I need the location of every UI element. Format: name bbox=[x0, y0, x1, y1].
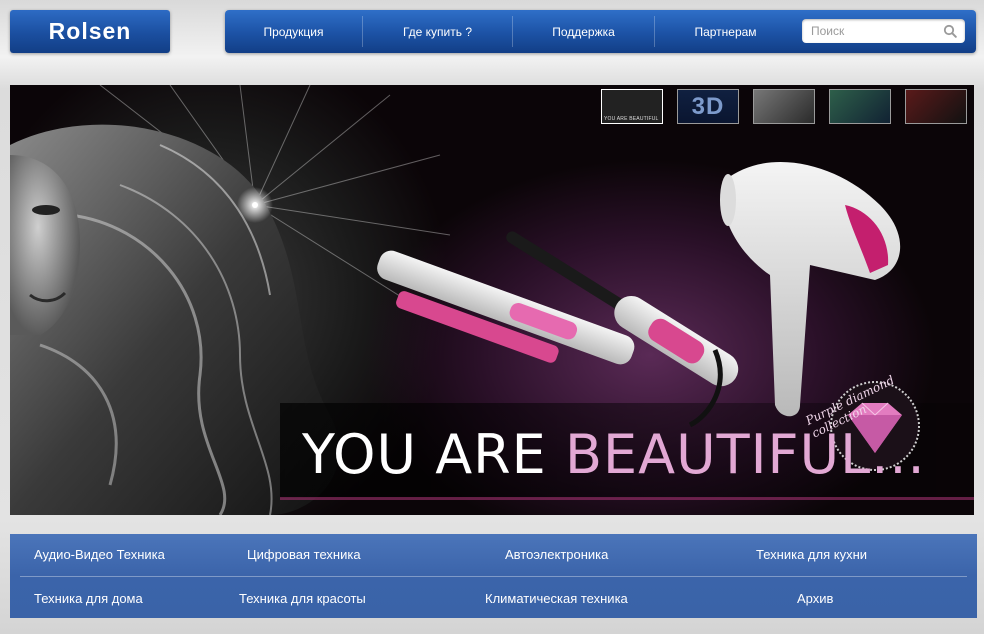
category-kitchen[interactable]: Техника для кухни bbox=[756, 547, 867, 562]
headline-white: YOU ARE bbox=[302, 423, 565, 486]
category-divider bbox=[20, 576, 967, 577]
thumbnail-tableware[interactable] bbox=[829, 89, 891, 124]
search-input[interactable] bbox=[802, 19, 936, 43]
banner-thumbnails: YOU ARE BEAUTIFUL 3D bbox=[601, 89, 967, 124]
search-icon[interactable] bbox=[943, 24, 957, 38]
headline-pink: BEAUTIFUL... bbox=[564, 423, 926, 486]
nav-products[interactable]: Продукция bbox=[225, 10, 362, 53]
category-beauty[interactable]: Техника для красоты bbox=[239, 591, 366, 606]
promo-banner[interactable]: YOU ARE BEAUTIFUL 3D YOU ARE BEAUTIFUL..… bbox=[10, 85, 974, 515]
nav-support[interactable]: Поддержка bbox=[513, 10, 654, 53]
thumbnail-3d[interactable]: 3D bbox=[677, 89, 739, 124]
thumbnail-beauty[interactable]: YOU ARE BEAUTIFUL bbox=[601, 89, 663, 124]
category-auto[interactable]: Автоэлектроника bbox=[505, 547, 608, 562]
nav-partners[interactable]: Партнерам bbox=[655, 10, 796, 53]
top-navigation: Продукция Где купить ? Поддержка Партнер… bbox=[225, 10, 976, 53]
nav-where-to-buy[interactable]: Где купить ? bbox=[363, 10, 512, 53]
category-digital[interactable]: Цифровая техника bbox=[247, 547, 361, 562]
rolsen-logo[interactable]: Rolsen bbox=[10, 10, 170, 53]
thumbnail-lifestyle[interactable] bbox=[905, 89, 967, 124]
thumbnail-appliances[interactable] bbox=[753, 89, 815, 124]
category-audio-video[interactable]: Аудио-Видео Техника bbox=[34, 547, 165, 562]
thumbnail-label: YOU ARE BEAUTIFUL bbox=[604, 116, 659, 122]
category-climate[interactable]: Климатическая техника bbox=[485, 591, 628, 606]
thumbnail-3d-label: 3D bbox=[678, 90, 738, 123]
category-archive[interactable]: Архив bbox=[797, 591, 833, 606]
category-home[interactable]: Техника для дома bbox=[34, 591, 143, 606]
category-navigation: Аудио-Видео Техника Цифровая техника Авт… bbox=[10, 534, 977, 618]
search-box bbox=[802, 19, 965, 43]
